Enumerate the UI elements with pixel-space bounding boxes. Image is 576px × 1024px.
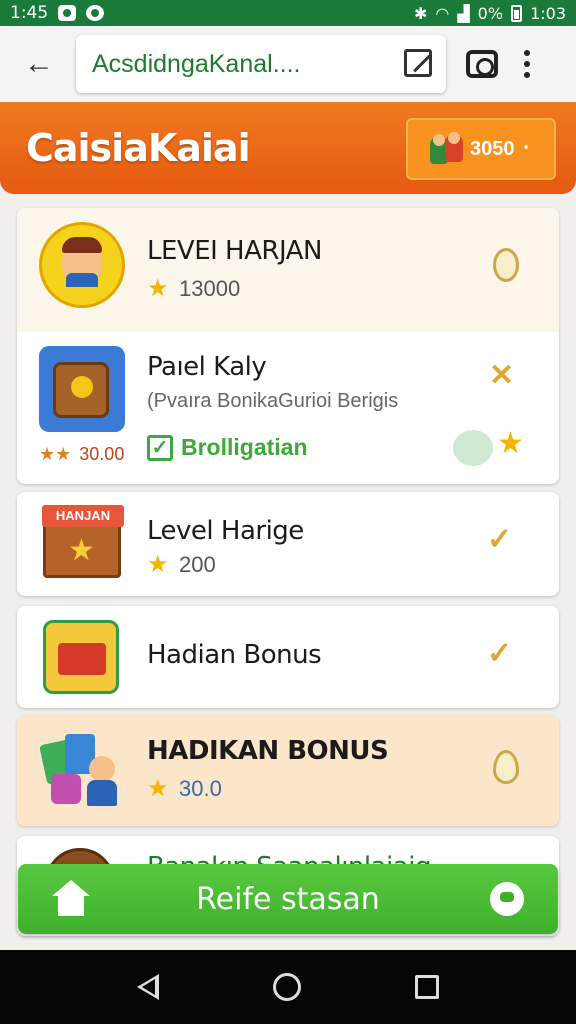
status-time: 1:45 [10, 3, 49, 23]
checkbox-icon[interactable]: ✓ [147, 434, 173, 461]
status-bar: 1:45 ✱ ◠ ▟ 0% 1:03 [0, 0, 576, 26]
address-bar[interactable]: AcsdidngaKanal.... [76, 35, 446, 93]
bottom-button-label: Reife stasan [196, 881, 380, 917]
system-nav-bar [0, 950, 576, 1024]
cards-kid-icon [39, 734, 125, 808]
list-item[interactable]: LEVEI HARJAN ★ 13000 [17, 208, 559, 332]
star-icon: ★ [147, 551, 169, 578]
oval-badge-icon[interactable] [493, 248, 519, 282]
star-icon: ★ [497, 427, 524, 460]
item-subtitle: ★ 13000 [147, 275, 241, 302]
share-icon[interactable] [404, 49, 432, 77]
app-notification-icon [86, 5, 105, 21]
treasure-banner-icon: HANJAN ★ [42, 505, 124, 578]
item-title: Level Harige [147, 516, 304, 546]
list-item[interactable]: Hadian Bonus ✓ [17, 606, 559, 708]
battery-icon [511, 4, 523, 22]
back-arrow-icon[interactable]: ← [16, 41, 62, 87]
wifi-icon: ◠ [435, 3, 450, 23]
oval-badge-icon[interactable] [493, 750, 519, 784]
check-icon[interactable]: ✓ [487, 522, 512, 557]
check-icon[interactable]: ✓ [487, 636, 512, 671]
level-medal-icon [39, 222, 125, 308]
home-icon[interactable] [52, 880, 90, 918]
more-menu-icon[interactable] [524, 50, 530, 78]
item-title: HADIKAN BONUS [147, 736, 389, 766]
item-tag: ✓ Brolligatian [147, 434, 308, 461]
reward-list: LEVEI HARJAN ★ 13000 ★★ 30.00 Paıel Kaly… [0, 194, 576, 950]
close-icon[interactable]: ✕ [489, 358, 514, 393]
app-header: CaisiaKaiai 3050 ᛫ [0, 102, 576, 194]
list-item[interactable]: HANJAN ★ Level Harige ★ 200 ✓ [17, 492, 559, 596]
item-title: Paıel Kaly [147, 352, 267, 382]
item-subtitle: ★ 200 [147, 551, 216, 578]
item-rating: ★★ 30.00 [39, 444, 125, 464]
tree-icon [453, 430, 493, 466]
assistant-icon[interactable] [490, 882, 524, 916]
star-icon: ★ [147, 275, 169, 302]
signal-icon: ▟ [457, 3, 470, 23]
item-subtitle: ★ 30.0 [147, 775, 222, 802]
notification-icon [58, 5, 77, 21]
gift-box-icon [43, 620, 119, 694]
rating-stars-icon: ★★ [39, 444, 72, 464]
status-clock: 1:03 [530, 3, 566, 23]
bluetooth-icon: ✱ [413, 3, 428, 23]
nav-recents-icon[interactable] [415, 975, 439, 999]
nav-back-icon[interactable] [137, 974, 159, 1000]
kids-avatar-icon [429, 132, 464, 166]
chest-app-icon [39, 346, 125, 432]
list-item[interactable]: HADIKAN BONUS ★ 30.0 [17, 716, 559, 826]
nav-home-icon[interactable] [273, 973, 301, 1001]
item-title: LEVEI HARJAN [147, 236, 322, 266]
star-icon: ★ [147, 775, 169, 802]
list-item[interactable]: ★★ 30.00 Paıel Kaly (Pvaıra BonikaGurioi… [17, 332, 559, 484]
coin-value: 3050 ᛫ [469, 137, 533, 160]
bottom-action-button[interactable]: Reife stasan [18, 864, 558, 934]
item-title: Hadian Bonus [147, 640, 322, 670]
reward-card-group: LEVEI HARJAN ★ 13000 ★★ 30.00 Paıel Kaly… [17, 208, 559, 484]
app-title: CaisiaKaiai [26, 126, 251, 170]
tabs-icon[interactable] [466, 50, 498, 78]
browser-toolbar: ← AcsdidngaKanal.... [0, 26, 576, 102]
item-description: (Pvaıra BonikaGurioi Berigis [147, 390, 399, 412]
coin-balance-button[interactable]: 3050 ᛫ [406, 118, 556, 180]
battery-percent: 0% [477, 3, 504, 23]
url-text: AcsdidngaKanal.... [92, 49, 301, 78]
